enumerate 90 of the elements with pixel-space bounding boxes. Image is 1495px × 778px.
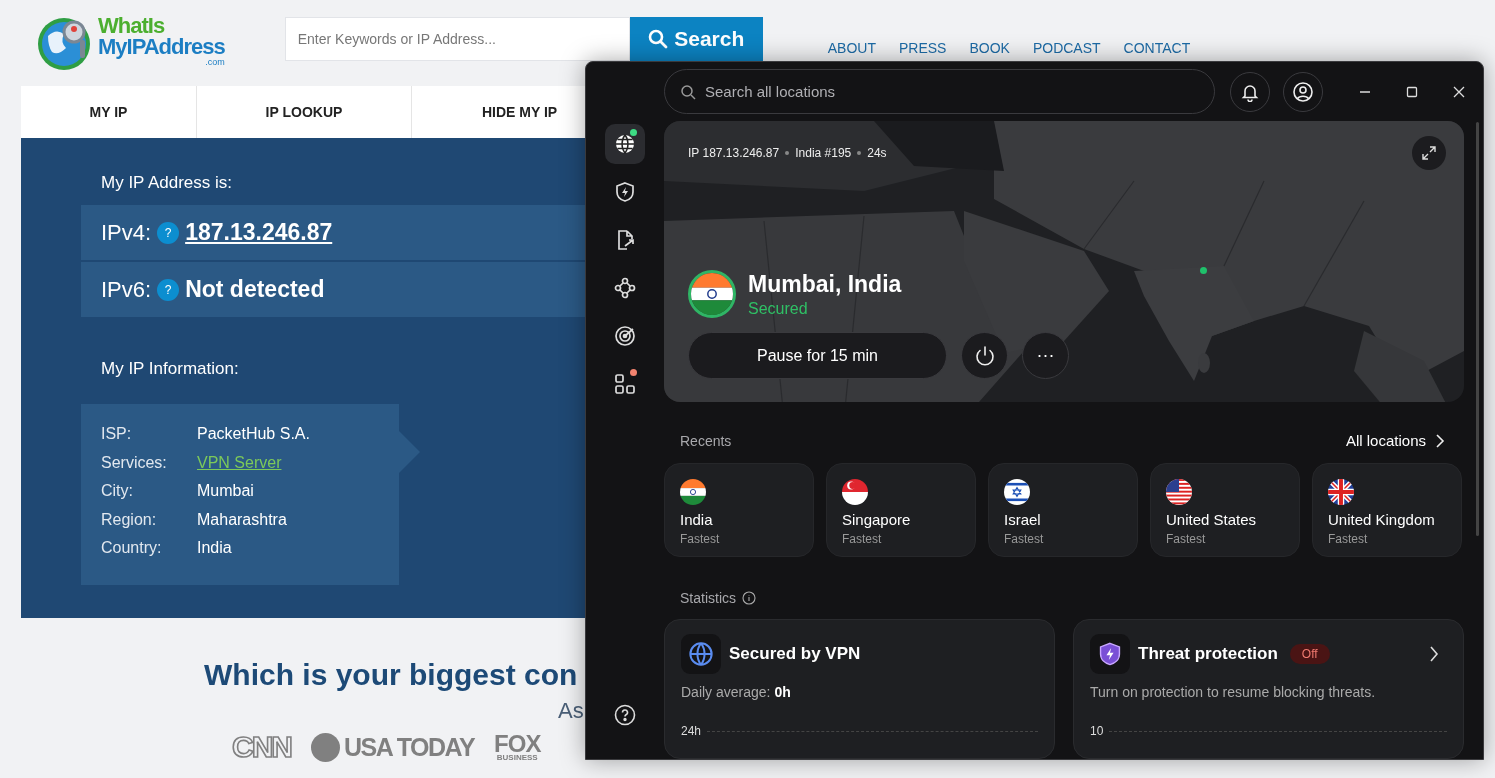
- flag-icon: [1328, 479, 1354, 506]
- server-type: Fastest: [680, 532, 721, 547]
- server-type: Fastest: [842, 532, 883, 547]
- sidebar-button[interactable]: [605, 124, 645, 164]
- help-badge[interactable]: ?: [157, 221, 180, 244]
- maximize-icon: [1405, 85, 1418, 98]
- server-text: India #195: [795, 146, 852, 161]
- location-card[interactable]: Israel Fastest: [988, 463, 1138, 558]
- globe-icon: [688, 641, 714, 667]
- flag-icon: [1166, 479, 1192, 506]
- help-badge[interactable]: ?: [157, 278, 180, 301]
- nodes-icon: [614, 277, 636, 299]
- account-icon: [1292, 80, 1314, 103]
- info-label: ISP:: [101, 425, 133, 444]
- expand-icon: [1422, 146, 1436, 161]
- shield-icon: [614, 181, 636, 203]
- card-title: Threat protection: [1138, 644, 1278, 664]
- country-name: India: [680, 511, 714, 529]
- help-icon[interactable]: [614, 704, 636, 726]
- section-label: Statistics: [680, 589, 736, 606]
- flag-icon: [680, 479, 706, 506]
- section-label: Recents: [680, 432, 732, 449]
- press-logo: CNN: [232, 730, 291, 764]
- info-label: City:: [101, 482, 134, 501]
- connection-status: Secured: [748, 299, 809, 318]
- info-value: India: [197, 539, 232, 558]
- headline: Which is your biggest con: [204, 658, 579, 692]
- location-search-field[interactable]: Search all locations: [664, 69, 1215, 115]
- close-icon: [1452, 85, 1465, 98]
- search-field[interactable]: Enter Keywords or IP Address...: [284, 17, 630, 61]
- server-type: Fastest: [1166, 532, 1207, 547]
- chevron-icon: [1435, 433, 1445, 448]
- press-logo: USA TODAY: [311, 732, 475, 762]
- info-link[interactable]: VPN Server: [197, 453, 282, 482]
- location-marker: [1200, 267, 1207, 275]
- nav-link[interactable]: CONTACT: [1123, 40, 1191, 56]
- press-logo: FOX BUSINESS: [494, 732, 541, 762]
- info-label: Country:: [101, 539, 163, 558]
- location-card[interactable]: United Kingdom Fastest: [1312, 463, 1462, 558]
- card-title: Secured by VPN: [729, 644, 861, 664]
- flag-icon: [842, 479, 868, 506]
- nav-tab[interactable]: HIDE MY IP: [412, 86, 587, 138]
- location-card[interactable]: India Fastest: [664, 463, 814, 558]
- nav-link[interactable]: PODCAST: [1032, 40, 1101, 56]
- search-button[interactable]: Search: [629, 17, 763, 61]
- site-logo[interactable]: WhatIs MyIPAddress .com: [98, 16, 225, 67]
- nav-link[interactable]: ABOUT: [827, 40, 876, 56]
- ip-address-link[interactable]: 187.13.246.87: [185, 219, 333, 246]
- apps-icon: [614, 373, 636, 395]
- search-icon: [648, 29, 669, 49]
- flag-icon: [1004, 479, 1030, 506]
- axis-label: 10: [1090, 724, 1104, 738]
- nav-link[interactable]: PRESS: [899, 40, 947, 56]
- info-label: Region:: [101, 510, 158, 530]
- card-description: Daily average: 0h: [681, 684, 792, 700]
- info-value: Mumbai: [197, 482, 254, 501]
- location-title: Mumbai, India: [748, 270, 902, 298]
- location-card[interactable]: Singapore Fastest: [826, 463, 976, 558]
- info-icon[interactable]: [742, 590, 756, 605]
- country-name: United Kingdom: [1328, 511, 1436, 529]
- shield-icon: [1097, 641, 1123, 667]
- card-description: Turn on protection to resume blocking threats.: [1090, 684, 1377, 700]
- country-name: United States: [1166, 511, 1258, 529]
- all-locations-link[interactable]: All locations: [1345, 432, 1445, 450]
- pause-button[interactable]: Pause for 15 min: [688, 332, 947, 380]
- duration-text: 24s: [867, 146, 887, 161]
- globe-icon: [614, 133, 636, 155]
- subheading: As: [558, 698, 584, 724]
- section-heading: My IP Address is:: [101, 173, 232, 194]
- info-value: Maharashtra: [197, 510, 287, 530]
- section-heading: My IP Information:: [101, 359, 239, 380]
- search-icon: [680, 84, 696, 101]
- ip-label: IPv4:: [101, 219, 152, 246]
- country-name: Singapore: [842, 511, 912, 529]
- ip-label: IPv6:: [101, 276, 152, 303]
- nav-link[interactable]: BOOK: [969, 40, 1010, 56]
- info-value: PacketHub S.A.: [197, 425, 310, 444]
- server-type: Fastest: [1004, 532, 1045, 547]
- ip-value: Not detected: [185, 276, 325, 303]
- info-label: Services:: [101, 453, 168, 473]
- status-badge: Off: [1289, 644, 1330, 664]
- statistics-card[interactable]: Threat protection Off Turn on protection to resume blocking threats. 10: [1073, 619, 1464, 759]
- target-icon: [614, 325, 636, 347]
- location-card[interactable]: United States Fastest: [1150, 463, 1300, 558]
- chevron-icon[interactable]: [1429, 646, 1439, 662]
- axis-label: 24h: [681, 724, 702, 738]
- country-name: Israel: [1004, 511, 1042, 529]
- server-type: Fastest: [1328, 532, 1369, 547]
- ip-address-text: IP 187.13.246.87: [688, 146, 780, 161]
- statistics-card[interactable]: Secured by VPN Daily average: 0h 24h: [664, 619, 1055, 759]
